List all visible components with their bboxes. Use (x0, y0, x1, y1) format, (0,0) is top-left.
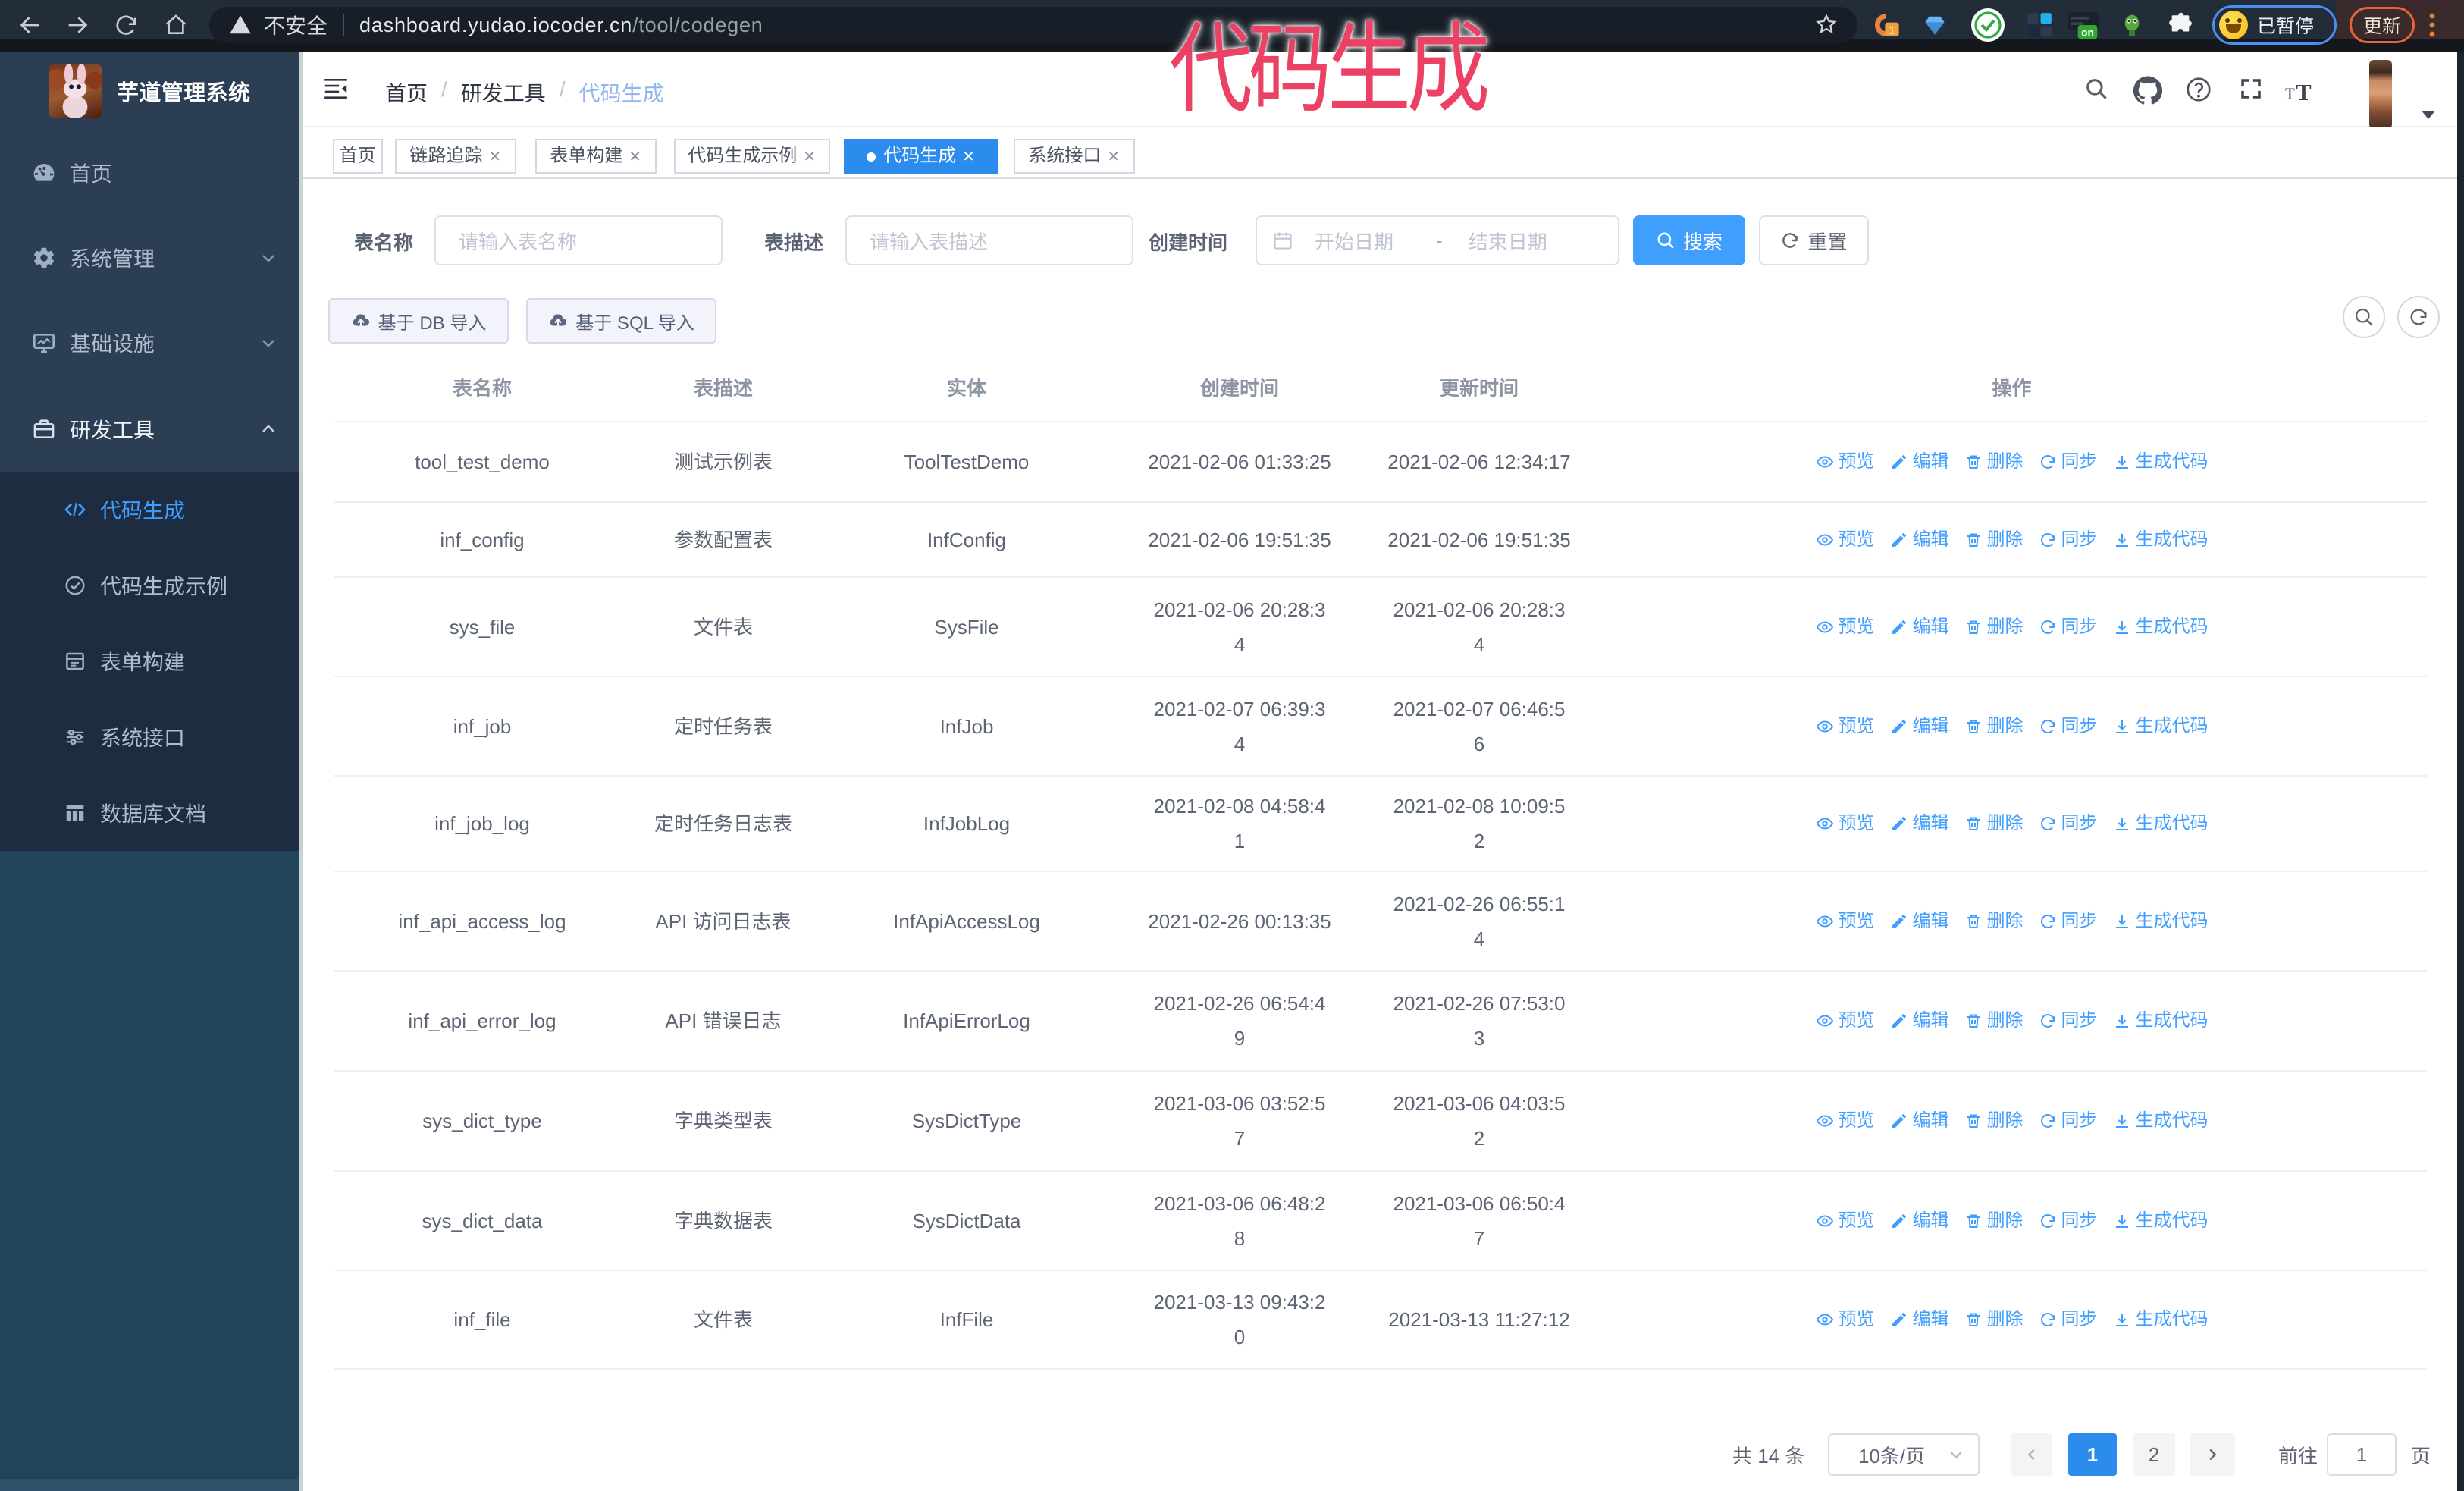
svg-text:1: 1 (1889, 24, 1895, 37)
svg-text:T: T (2285, 86, 2295, 103)
svg-text:on: on (2081, 27, 2094, 39)
svg-text:T: T (2296, 80, 2311, 103)
